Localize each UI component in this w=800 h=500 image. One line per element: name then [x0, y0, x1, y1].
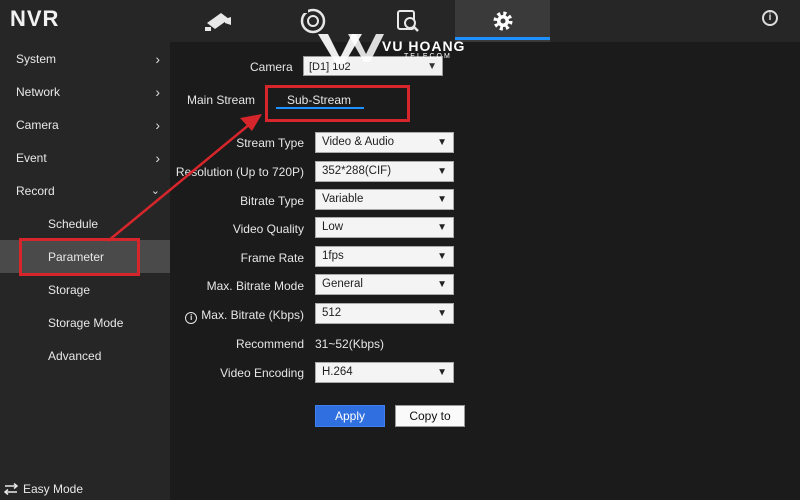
chevron-right-icon: ›	[155, 50, 160, 67]
bitrate-type-value: Variable	[322, 193, 364, 205]
sidebar-item-label: Camera	[16, 117, 59, 132]
max-bitrate-mode-label: Max. Bitrate Mode	[206, 279, 304, 293]
max-bitrate-mode-select[interactable]: General ▼	[315, 274, 454, 295]
chevron-down-icon: ▼	[437, 166, 447, 177]
annotation-box-parameter	[19, 238, 140, 276]
watermark-subtitle: TELECOM	[404, 53, 452, 60]
chevron-down-icon: ▼	[437, 251, 447, 262]
max-bitrate-select[interactable]: 512 ▼	[315, 303, 454, 324]
easy-mode-button[interactable]: Easy Mode	[4, 482, 83, 496]
chevron-down-icon: ▼	[437, 308, 447, 319]
video-quality-value: Low	[322, 221, 344, 233]
chevron-down-icon: ▼	[437, 137, 447, 148]
vh-logo-icon	[318, 34, 384, 64]
settings-icon	[493, 11, 512, 31]
chevron-down-icon: ▼	[427, 61, 437, 72]
resolution-label: Resolution (Up to 720P)	[175, 165, 304, 179]
resolution-value: 352*288(CIF)	[322, 165, 392, 177]
frame-rate-select[interactable]: 1fps ▼	[315, 246, 454, 267]
sidebar-item-label: Network	[16, 84, 61, 99]
chevron-right-icon: ›	[155, 83, 160, 100]
chevron-right-icon: ›	[155, 149, 160, 166]
frame-rate-value: 1fps	[322, 250, 344, 262]
video-quality-label: Video Quality	[232, 222, 304, 236]
sidebar-item-label: Event	[16, 150, 47, 165]
resolution-select[interactable]: 352*288(CIF) ▼	[315, 161, 454, 182]
easy-mode-label: Easy Mode	[23, 482, 84, 496]
apply-button[interactable]: Apply	[315, 405, 385, 427]
info-icon[interactable]: i	[762, 10, 778, 26]
settings-tab[interactable]	[455, 0, 550, 42]
tab-main-stream[interactable]: Main Stream	[187, 93, 255, 107]
copy-to-button[interactable]: Copy to	[395, 405, 465, 427]
video-encoding-value: H.264	[322, 366, 353, 378]
live-view-tab[interactable]	[170, 0, 265, 42]
camera-icon	[204, 13, 231, 31]
stream-type-select[interactable]: Video & Audio ▼	[315, 132, 454, 153]
top-bar: NVR i	[0, 0, 800, 42]
chevron-down-icon: ▼	[437, 194, 447, 205]
watermark-title: VU HOANG	[382, 38, 466, 54]
stream-type-value: Video & Audio	[322, 136, 395, 148]
playback-icon	[300, 8, 325, 34]
chevron-down-icon: ▼	[437, 279, 447, 290]
info-icon[interactable]: i	[185, 312, 198, 324]
video-encoding-label: Video Encoding	[220, 366, 304, 380]
bitrate-type-label: Bitrate Type	[240, 194, 304, 208]
camera-label: Camera	[250, 60, 293, 74]
video-encoding-select[interactable]: H.264 ▼	[315, 362, 454, 383]
search-icon	[396, 10, 419, 32]
switch-mode-icon	[4, 483, 18, 495]
max-bitrate-mode-value: General	[322, 278, 363, 290]
max-bitrate-value: 512	[322, 307, 342, 319]
chevron-right-icon: ›	[155, 116, 160, 133]
watermark: VU HOANG TELECOM	[318, 32, 464, 69]
sidebar-item-system[interactable]: System ›	[0, 42, 170, 75]
sidebar-item-label: System	[16, 51, 57, 66]
brand-logo: NVR	[10, 6, 60, 31]
stream-type-label: Stream Type	[236, 136, 304, 150]
max-bitrate-label-row: i Max. Bitrate (Kbps)	[0, 308, 304, 324]
chevron-down-icon: ▼	[437, 367, 447, 378]
sidebar-item-network[interactable]: Network ›	[0, 75, 170, 108]
recommend-label: Recommend	[235, 337, 304, 351]
chevron-down-icon: ▼	[437, 222, 447, 233]
max-bitrate-label: Max. Bitrate (Kbps)	[201, 308, 304, 322]
video-quality-select[interactable]: Low ▼	[315, 217, 454, 238]
recommend-value: 31~52(Kbps)	[315, 337, 385, 351]
bitrate-type-select[interactable]: Variable ▼	[315, 189, 454, 210]
annotation-box-sub-stream	[265, 85, 410, 122]
